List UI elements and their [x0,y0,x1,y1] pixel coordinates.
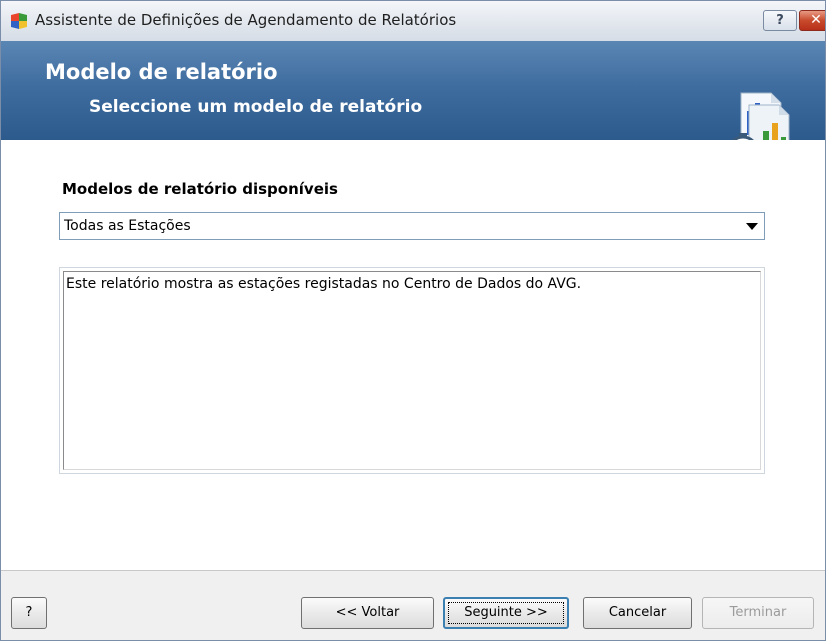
avg-app-icon [11,13,27,29]
next-button[interactable]: Seguinte >> [443,597,569,629]
cancel-button[interactable]: Cancelar [583,597,692,629]
back-button[interactable]: << Voltar [301,597,434,629]
wizard-body: Modelos de relatório disponíveis Todas a… [1,140,825,571]
description-panel: Este relatório mostra as estações regist… [59,267,765,474]
selected-template: Todas as Estações [64,218,191,234]
dropdown-arrow-icon[interactable] [746,223,758,230]
focus-ring [448,602,564,624]
finish-button: Terminar [702,597,814,629]
button-bar: ? << Voltar Seguinte >> Cancelar Termina… [1,570,825,640]
page-subtitle: Seleccione um modelo de relatório [89,97,423,117]
description-box: Este relatório mostra as estações regist… [63,271,761,470]
close-button[interactable]: ✕ [799,10,825,31]
title-bar[interactable]: Assistente de Definições de Agendamento … [1,1,825,42]
header-banner: Modelo de relatório Seleccione um modelo… [1,41,825,167]
template-description: Este relatório mostra as estações regist… [66,276,582,292]
window-title: Assistente de Definições de Agendamento … [35,11,457,29]
templates-label: Modelos de relatório disponíveis [62,180,338,198]
page-title: Modelo de relatório [45,60,278,84]
wizard-window: Assistente de Definições de Agendamento … [0,0,826,641]
report-template-select[interactable]: Todas as Estações [59,212,765,240]
help-title-button[interactable]: ? [763,10,797,31]
help-button[interactable]: ? [11,597,47,629]
